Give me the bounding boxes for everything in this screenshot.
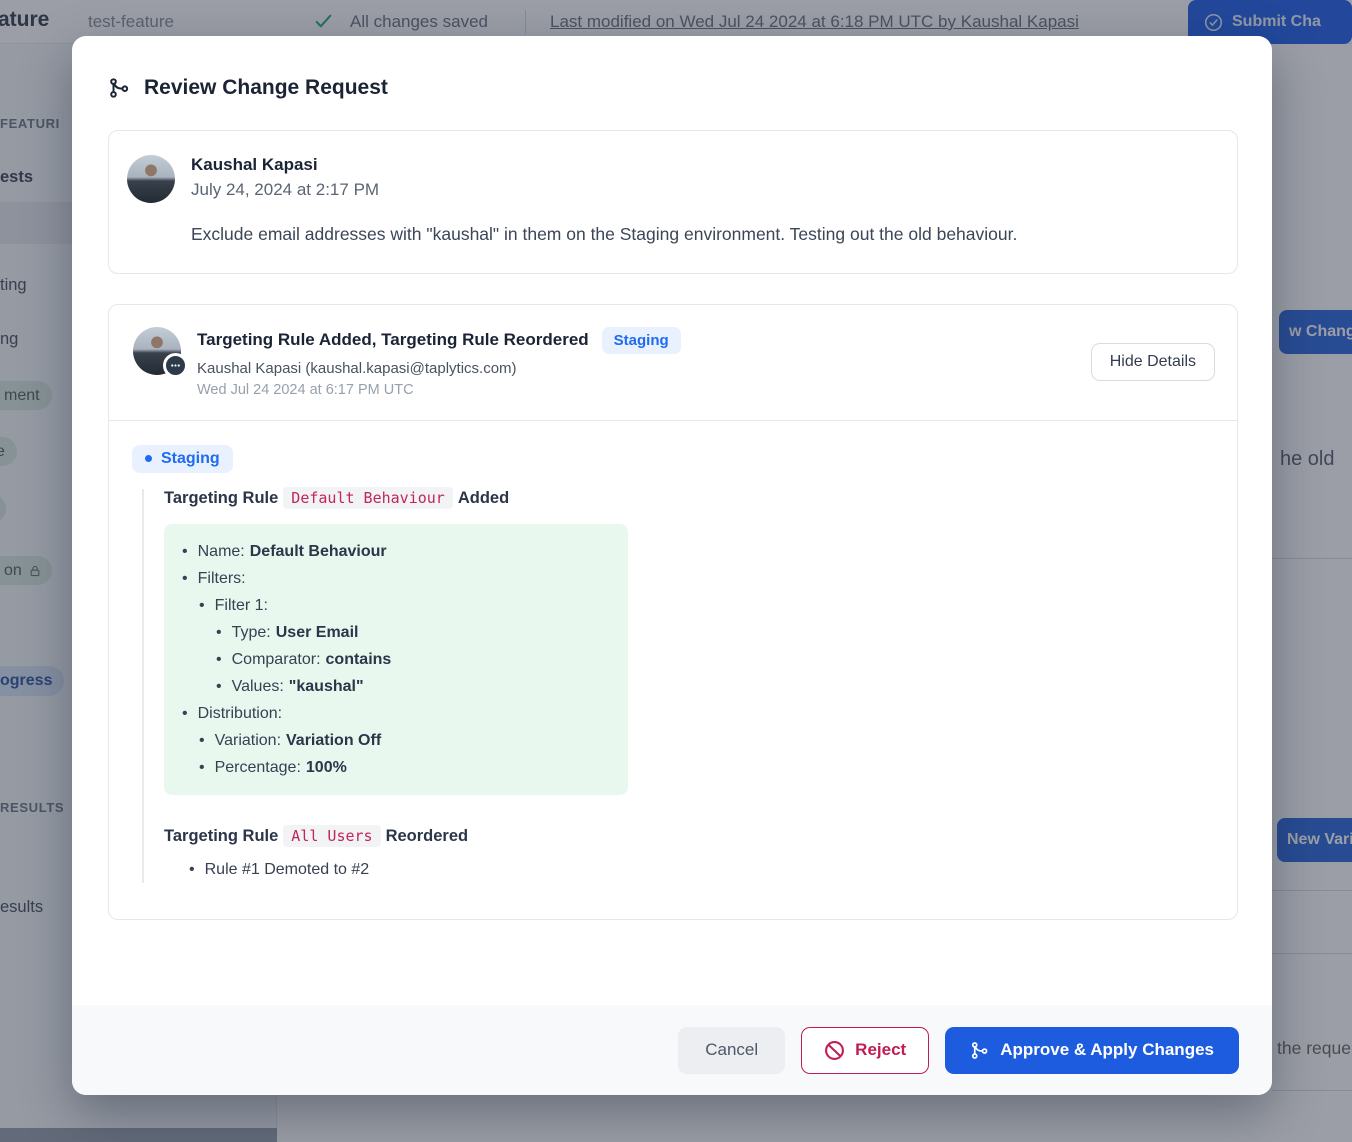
environment-pill: Staging [132,445,233,473]
hide-details-button[interactable]: Hide Details [1091,343,1215,381]
approve-apply-button[interactable]: Approve & Apply Changes [945,1027,1239,1074]
detail-row: Rule #1 Demoted to #2 [189,856,1214,883]
rule-name-code: All Users [283,825,380,847]
reject-button[interactable]: Reject [801,1027,929,1074]
detail-row: Values:"kaushal" [216,673,610,700]
comment-timestamp: July 24, 2024 at 2:17 PM [191,180,379,200]
prohibited-icon [824,1040,845,1061]
change-details: Staging Targeting RuleDefault BehaviourA… [109,421,1237,919]
comment-body: Exclude email addresses with "kaushal" i… [191,223,1213,247]
git-merge-icon [970,1041,989,1060]
rule-added-heading: Targeting RuleDefault BehaviourAdded [164,489,1214,508]
comment-card: Kaushal Kapasi July 24, 2024 at 2:17 PM … [108,130,1238,274]
change-author-line: Kaushal Kapasi (kaushal.kapasi@taplytics… [197,360,681,377]
details-indent-block: Targeting RuleDefault BehaviourAdded Nam… [142,489,1214,883]
modal-title: Review Change Request [144,76,388,100]
detail-row: Filter 1: [199,592,610,619]
detail-row: Variation:Variation Off [199,727,610,754]
ellipsis-badge-icon [163,353,188,378]
environment-badge: Staging [602,327,681,354]
avatar [133,327,181,375]
change-date-line: Wed Jul 24 2024 at 6:17 PM UTC [197,382,681,398]
detail-row: Comparator:contains [216,646,610,673]
detail-row: Type:User Email [216,619,610,646]
cancel-button[interactable]: Cancel [678,1027,785,1074]
rule-name-code: Default Behaviour [283,487,453,509]
diff-added-box: Name:Default Behaviour Filters: Filter 1… [164,524,628,795]
detail-row: Distribution: [182,700,610,727]
modal-footer: Cancel Reject Approve & Apply Changes [72,1005,1272,1095]
change-title: Targeting Rule Added, Targeting Rule Reo… [197,330,589,350]
comment-author: Kaushal Kapasi [191,155,379,175]
detail-row: Percentage:100% [199,754,610,781]
avatar [127,155,175,203]
change-card: Targeting Rule Added, Targeting Rule Reo… [108,304,1238,920]
env-dot-icon [145,455,152,462]
detail-row: Filters: [182,565,610,592]
rule-reordered-heading: Targeting RuleAll UsersReordered [164,827,1214,846]
review-change-request-modal: Review Change Request Kaushal Kapasi Jul… [72,36,1272,1095]
detail-row: Name:Default Behaviour [182,538,610,565]
git-merge-icon [108,77,130,99]
